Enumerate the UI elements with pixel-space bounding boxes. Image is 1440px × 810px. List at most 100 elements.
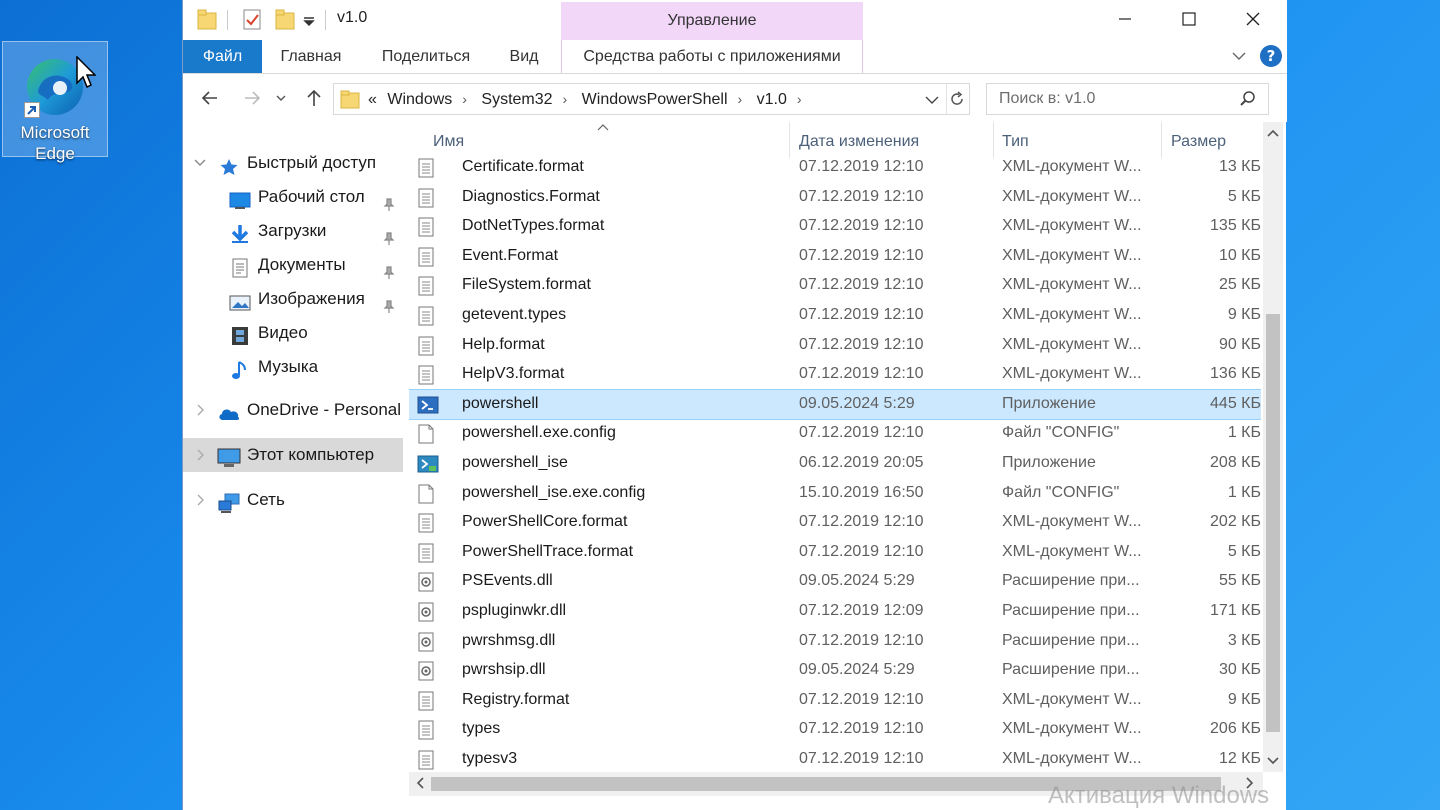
table-row[interactable]: HelpV3.format 07.12.2019 12:10 XML-докумен… xyxy=(409,360,1261,390)
refresh-icon[interactable] xyxy=(948,90,966,108)
scroll-down-arrow-icon[interactable] xyxy=(1267,754,1279,769)
back-button[interactable] xyxy=(197,86,223,110)
sidebar-item-desktop[interactable]: Рабочий стол xyxy=(183,180,403,214)
breadcrumb-chevron-icon[interactable]: › xyxy=(797,91,802,107)
scroll-up-arrow-icon[interactable] xyxy=(1267,126,1279,141)
breadcrumb-windowspowershell[interactable]: WindowsPowerShell xyxy=(582,91,728,108)
maximize-button[interactable] xyxy=(1157,0,1221,38)
column-date[interactable]: Дата изменения xyxy=(799,133,919,151)
vertical-scroll-thumb[interactable] xyxy=(1266,314,1280,732)
file-type: XML-документ W... xyxy=(1002,335,1142,353)
table-row[interactable]: powershell_ise 06.12.2019 20:05 Приложение… xyxy=(409,449,1261,479)
file-date: 06.12.2019 20:05 xyxy=(799,453,924,471)
file-list: Имя Дата изменения Тип Размер Certificat… xyxy=(409,122,1261,772)
file-name: getevent.types xyxy=(462,305,567,323)
minimize-button[interactable] xyxy=(1093,0,1157,38)
file-type: XML-документ W... xyxy=(1002,365,1142,383)
forward-button[interactable] xyxy=(239,86,265,110)
collapsed-chevron-icon[interactable] xyxy=(193,438,207,484)
help-icon[interactable]: ? xyxy=(1259,44,1283,68)
file-date: 07.12.2019 12:10 xyxy=(799,542,924,560)
sidebar-item-onedrive[interactable]: OneDrive - Personal xyxy=(183,393,403,427)
sidebar-item-music[interactable]: Музыка xyxy=(183,350,403,384)
file-size: 171 КБ xyxy=(1210,601,1261,619)
table-row[interactable]: powershell 09.05.2024 5:29 Приложение 445 К… xyxy=(409,388,1261,421)
breadcrumb-chevron-icon[interactable]: › xyxy=(462,91,467,107)
sidebar-item-documents[interactable]: Документы xyxy=(183,248,403,282)
table-row[interactable]: Diagnostics.Format 07.12.2019 12:10 XML-до… xyxy=(409,183,1261,213)
table-row[interactable]: Certificate.format 07.12.2019 12:10 XML-до… xyxy=(409,153,1261,183)
file-size: 12 КБ xyxy=(1218,749,1261,767)
file-size: 55 КБ xyxy=(1218,572,1261,590)
table-row[interactable]: types 07.12.2019 12:10 XML-документ W... 20… xyxy=(409,715,1261,745)
new-folder-icon[interactable] xyxy=(275,7,295,33)
table-row[interactable]: powershell_ise.exe.config 15.10.2019 16:5… xyxy=(409,479,1261,509)
vertical-scrollbar[interactable] xyxy=(1263,122,1283,772)
column-type[interactable]: Тип xyxy=(1002,133,1029,151)
recent-locations-chevron-icon[interactable] xyxy=(273,86,289,110)
file-size: 5 КБ xyxy=(1227,542,1261,560)
breadcrumb-chevron-icon[interactable]: › xyxy=(738,91,743,107)
table-row[interactable]: powershell.exe.config 07.12.2019 12:10 Фай… xyxy=(409,419,1261,449)
collapsed-chevron-icon[interactable] xyxy=(193,393,207,439)
breadcrumb-windows[interactable]: Windows xyxy=(387,91,452,108)
scroll-left-arrow-icon[interactable] xyxy=(415,777,425,792)
close-button[interactable] xyxy=(1221,0,1285,38)
sidebar-item-downloads[interactable]: Загрузки xyxy=(183,214,403,248)
table-row[interactable]: getevent.types 07.12.2019 12:10 XML-докуме… xyxy=(409,301,1261,331)
table-row[interactable]: DotNetTypes.format 07.12.2019 12:10 XML-до… xyxy=(409,212,1261,242)
search-input[interactable]: Поиск в: v1.0 xyxy=(986,83,1269,115)
table-row[interactable]: pwrshmsg.dll 07.12.2019 12:10 Расширение п… xyxy=(409,627,1261,657)
table-row[interactable]: PSEvents.dll 09.05.2024 5:29 Расширение пр… xyxy=(409,567,1261,597)
table-row[interactable]: Event.Format 07.12.2019 12:10 XML-документ… xyxy=(409,242,1261,272)
file-date: 07.12.2019 12:10 xyxy=(799,335,924,353)
table-row[interactable]: PowerShellTrace.format 07.12.2019 12:10 XM… xyxy=(409,538,1261,568)
file-rows: Certificate.format 07.12.2019 12:10 XML-до… xyxy=(409,153,1261,772)
sidebar-item-pictures[interactable]: Изображения xyxy=(183,282,403,316)
tab-application-tools[interactable]: Средства работы с приложениями xyxy=(561,40,863,73)
customize-toolbar-chevron-icon[interactable] xyxy=(301,7,317,33)
tab-share[interactable]: Поделиться xyxy=(373,40,479,73)
properties-icon[interactable] xyxy=(241,7,263,33)
up-button[interactable] xyxy=(301,86,327,110)
expand-ribbon-chevron-icon[interactable] xyxy=(1231,48,1247,64)
table-row[interactable]: Help.format 07.12.2019 12:10 XML-документ … xyxy=(409,331,1261,361)
sidebar-item-network[interactable]: Сеть xyxy=(183,483,403,517)
file-name: pwrshmsg.dll xyxy=(462,631,556,649)
pin-icon[interactable] xyxy=(383,224,395,245)
file-name: pwrshsip.dll xyxy=(462,661,546,679)
sidebar-item-videos[interactable]: Видео xyxy=(183,316,403,350)
breadcrumb-overflow[interactable]: « xyxy=(368,91,377,108)
tab-home[interactable]: Главная xyxy=(269,40,353,73)
toolbar-divider xyxy=(227,10,228,30)
file-size: 3 КБ xyxy=(1227,631,1261,649)
address-bar[interactable]: « Windows › System32 › WindowsPowerShell › … xyxy=(333,83,970,115)
xml-document-icon xyxy=(417,217,435,237)
table-row[interactable]: FileSystem.format 07.12.2019 12:10 XML-док… xyxy=(409,271,1261,301)
table-row[interactable]: PowerShellCore.format 07.12.2019 12:10 XML… xyxy=(409,508,1261,538)
file-date: 07.12.2019 12:10 xyxy=(799,305,924,323)
address-dropdown-chevron-icon[interactable] xyxy=(924,92,940,108)
column-name[interactable]: Имя xyxy=(433,133,464,151)
search-icon[interactable] xyxy=(1239,90,1257,108)
table-row[interactable]: pspluginwkr.dll 07.12.2019 12:09 Расширени… xyxy=(409,597,1261,627)
pin-icon[interactable] xyxy=(383,292,395,313)
file-date: 07.12.2019 12:10 xyxy=(799,424,924,442)
table-row[interactable]: pwrshsip.dll 09.05.2024 5:29 Расширение пр… xyxy=(409,656,1261,686)
table-row[interactable]: typesv3 07.12.2019 12:10 XML-документ W...… xyxy=(409,745,1261,772)
pin-icon[interactable] xyxy=(383,258,395,279)
sidebar-item-this-pc[interactable]: Этот компьютер xyxy=(183,438,403,472)
breadcrumb-chevron-icon[interactable]: › xyxy=(563,91,568,107)
column-size[interactable]: Размер xyxy=(1171,133,1226,151)
collapsed-chevron-icon[interactable] xyxy=(193,483,207,529)
table-row[interactable]: Registry.format 07.12.2019 12:10 XML-докум… xyxy=(409,686,1261,716)
breadcrumb-v1[interactable]: v1.0 xyxy=(757,91,787,108)
pin-icon[interactable] xyxy=(383,190,395,211)
sidebar-item-quick-access[interactable]: Быстрый доступ xyxy=(183,146,403,180)
tab-file[interactable]: Файл xyxy=(183,40,262,73)
tab-view[interactable]: Вид xyxy=(501,40,547,73)
breadcrumb-system32[interactable]: System32 xyxy=(481,91,552,108)
file-type: XML-документ W... xyxy=(1002,720,1142,738)
tab-manage[interactable]: Управление xyxy=(561,2,863,40)
file-date: 09.05.2024 5:29 xyxy=(799,572,915,590)
